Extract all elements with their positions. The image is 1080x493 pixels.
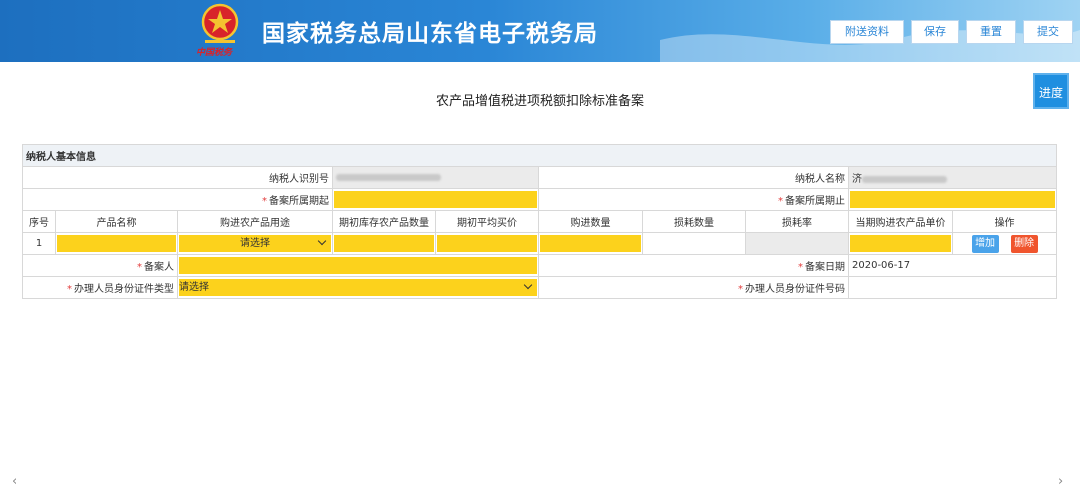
taxpayer-id-label: 纳税人识别号 xyxy=(22,166,333,189)
site-header: 中国税务 国家税务总局山东省电子税务局 附送资料 保存 重置 提交 xyxy=(0,0,1080,62)
row-index: 1 xyxy=(22,232,56,255)
required-mark: * xyxy=(778,196,783,207)
taxpayer-name-label: 纳税人名称 xyxy=(538,166,849,189)
usage-select-value: 请选择 xyxy=(240,238,270,249)
filer-input[interactable] xyxy=(179,257,537,274)
row-actions: 增加 删除 xyxy=(951,232,1058,255)
table-row: 1 请选择 增加 删除 xyxy=(22,232,1058,255)
unit-price-cell xyxy=(848,232,953,255)
id-no-label: 办理人员身份证件号码 xyxy=(745,284,845,295)
col-header-actions: 操作 xyxy=(951,210,1058,233)
id-no-label-cell: * 办理人员身份证件号码 xyxy=(538,276,849,299)
opening-avg-price-input[interactable] xyxy=(437,235,537,252)
usage-cell: 请选择 xyxy=(177,232,333,255)
period-start-input[interactable] xyxy=(334,191,537,208)
loss-qty-input[interactable] xyxy=(642,232,746,255)
add-row-button[interactable]: 增加 xyxy=(971,234,999,253)
required-mark: * xyxy=(738,284,743,295)
id-type-select[interactable]: 请选择 xyxy=(179,279,537,296)
col-header-index: 序号 xyxy=(22,210,56,233)
col-header-unit-price: 当期购进农产品单价 xyxy=(848,210,953,233)
chevron-down-icon xyxy=(523,280,533,290)
taxpayer-section-title: 纳税人基本信息 xyxy=(21,144,1058,167)
opening-avg-price-cell xyxy=(435,232,539,255)
period-start-cell xyxy=(332,188,539,211)
period-end-cell xyxy=(847,188,1058,211)
scroll-left-arrow-icon[interactable]: ‹ xyxy=(12,474,17,489)
form-title: 农产品增值税进项税额扣除标准备案 xyxy=(435,94,644,109)
purchase-qty-cell xyxy=(538,232,643,255)
chevron-down-icon xyxy=(317,236,327,246)
period-end-label: 备案所属期止 xyxy=(785,196,845,207)
period-end-input[interactable] xyxy=(850,191,1056,208)
col-header-purchase-qty: 购进数量 xyxy=(538,210,643,233)
filer-label-cell: * 备案人 xyxy=(22,254,178,277)
id-no-input[interactable] xyxy=(847,276,1058,299)
col-header-loss-rate: 损耗率 xyxy=(745,210,849,233)
delete-row-button[interactable]: 删除 xyxy=(1010,234,1038,253)
site-title: 国家税务总局山东省电子税务局 xyxy=(262,21,598,47)
opening-stock-input[interactable] xyxy=(334,235,434,252)
col-header-product-name: 产品名称 xyxy=(55,210,178,233)
col-header-opening-stock: 期初库存农产品数量 xyxy=(332,210,436,233)
period-end-label-cell: * 备案所属期止 xyxy=(538,188,849,211)
id-type-label-cell: * 办理人员身份证件类型 xyxy=(22,276,178,299)
required-mark: * xyxy=(137,262,142,273)
filer-cell xyxy=(177,254,539,277)
loss-rate-value xyxy=(745,232,849,255)
usage-select[interactable]: 请选择 xyxy=(179,235,331,252)
required-mark: * xyxy=(262,196,267,207)
opening-stock-cell xyxy=(332,232,436,255)
taxpayer-name-value: 济 xyxy=(847,166,1058,189)
period-start-label-cell: * 备案所属期起 xyxy=(22,188,333,211)
product-name-input[interactable] xyxy=(57,235,176,252)
filing-date-value: 2020-06-17 xyxy=(847,254,1058,277)
required-mark: * xyxy=(798,262,803,273)
id-type-select-value: 请选择 xyxy=(179,282,209,293)
filing-date-label: 备案日期 xyxy=(805,262,845,273)
col-header-opening-avg-price: 期初平均买价 xyxy=(435,210,539,233)
product-name-cell xyxy=(55,232,178,255)
scroll-right-arrow-icon[interactable]: › xyxy=(1058,474,1063,489)
filing-date-label-cell: * 备案日期 xyxy=(538,254,849,277)
required-mark: * xyxy=(67,284,72,295)
unit-price-input[interactable] xyxy=(850,235,951,252)
id-type-cell: 请选择 xyxy=(177,276,539,299)
taxpayer-name-prefix: 济 xyxy=(852,174,862,185)
attach-materials-button[interactable]: 附送资料 xyxy=(830,20,904,44)
taxpayer-id-value xyxy=(332,166,539,189)
filing-form-table: 纳税人基本信息 纳税人识别号 纳税人名称 济 * 备案所属期起 * 备案所属期止 序… xyxy=(21,144,1058,299)
save-button[interactable]: 保存 xyxy=(911,20,959,44)
period-start-label: 备案所属期起 xyxy=(269,196,329,207)
col-header-loss-qty: 损耗数量 xyxy=(642,210,746,233)
id-type-label: 办理人员身份证件类型 xyxy=(74,284,174,295)
purchase-qty-input[interactable] xyxy=(540,235,641,252)
reset-button[interactable]: 重置 xyxy=(966,20,1016,44)
col-header-usage: 购进农产品用途 xyxy=(177,210,333,233)
submit-button[interactable]: 提交 xyxy=(1023,20,1073,44)
filer-label: 备案人 xyxy=(144,262,174,273)
emblem-caption: 中国税务 xyxy=(196,48,233,58)
